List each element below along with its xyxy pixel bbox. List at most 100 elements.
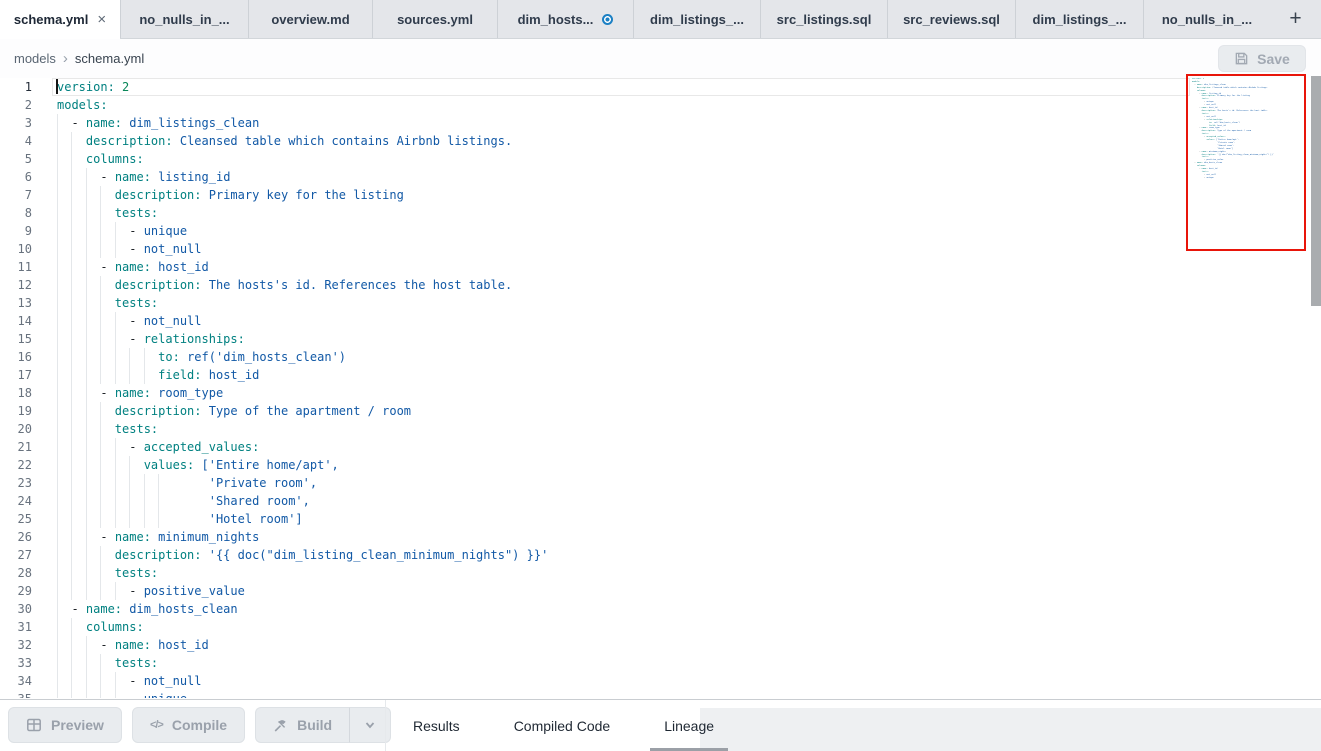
results-panel-empty-area	[700, 708, 1321, 751]
code-editor[interactable]: 1version: 22models:3 - name: dim_listing…	[0, 78, 1321, 698]
file-tab-no-nulls-in[interactable]: no_nulls_in_...	[120, 0, 248, 38]
file-tab-src-reviews-sql[interactable]: src_reviews.sql	[887, 0, 1015, 38]
code-line[interactable]: 3 - name: dim_listings_clean	[0, 114, 1321, 132]
file-tab-overview-md[interactable]: overview.md	[248, 0, 372, 38]
code-line-content: columns:	[57, 150, 1190, 168]
panel-tab-results[interactable]: Results	[386, 700, 487, 751]
line-number: 18	[0, 384, 32, 402]
code-icon: </>	[150, 719, 163, 731]
code-line-content: - not_null	[57, 240, 1190, 258]
code-line-content: description: Type of the apartment / roo…	[57, 402, 1190, 420]
code-line[interactable]: 22 values: ['Entire home/apt',	[0, 456, 1321, 474]
code-line-content: description: '{{ doc("dim_listing_clean_…	[57, 546, 1190, 564]
code-line[interactable]: 35 - unique	[0, 690, 1321, 698]
save-button-label: Save	[1257, 51, 1290, 67]
code-line-content: - unique	[57, 222, 1190, 240]
breadcrumb-item-models[interactable]: models	[14, 51, 56, 66]
save-button[interactable]: Save	[1218, 45, 1306, 72]
code-line[interactable]: 18 - name: room_type	[0, 384, 1321, 402]
preview-button[interactable]: Preview	[8, 707, 122, 743]
code-line-content: - name: listing_id	[57, 168, 1190, 186]
line-number: 20	[0, 420, 32, 438]
file-tab-dim-listings[interactable]: dim_listings_...	[1015, 0, 1143, 38]
code-line[interactable]: 5 columns:	[0, 150, 1321, 168]
file-tab-schema-yml[interactable]: schema.yml×	[0, 0, 120, 39]
code-line-content: tests:	[57, 654, 1190, 672]
code-line-content: 'Shared room',	[57, 492, 1190, 510]
line-number: 15	[0, 330, 32, 348]
results-panel-header: Preview </>Compile Build ResultsCompiled C…	[0, 699, 1321, 751]
code-line[interactable]: 21 - accepted_values:	[0, 438, 1321, 456]
code-line-content: tests:	[57, 564, 1190, 582]
editor-minimap[interactable]: version: 2models: - name: dim_listings_c…	[1192, 78, 1304, 288]
breadcrumb-item-schema-yml[interactable]: schema.yml	[75, 51, 144, 66]
code-line[interactable]: 27 description: '{{ doc("dim_listing_cle…	[0, 546, 1321, 564]
code-line[interactable]: 6 - name: listing_id	[0, 168, 1321, 186]
code-line[interactable]: 8 tests:	[0, 204, 1321, 222]
panel-tab-lineage[interactable]: Lineage	[637, 700, 741, 751]
code-line[interactable]: 17 field: host_id	[0, 366, 1321, 384]
file-tab-dim-listings[interactable]: dim_listings_...	[633, 0, 760, 38]
code-line[interactable]: 34 - not_null	[0, 672, 1321, 690]
file-tab-label: dim_listings_...	[650, 12, 744, 27]
panel-tab-compiled-code[interactable]: Compiled Code	[487, 700, 638, 751]
code-line[interactable]: 4 description: Cleansed table which cont…	[0, 132, 1321, 150]
line-number: 17	[0, 366, 32, 384]
build-button[interactable]: Build	[255, 707, 349, 743]
hammer-icon	[273, 718, 288, 733]
line-number: 7	[0, 186, 32, 204]
line-number: 27	[0, 546, 32, 564]
code-line[interactable]: 20 tests:	[0, 420, 1321, 438]
code-line[interactable]: 14 - not_null	[0, 312, 1321, 330]
results-panel-tabs: ResultsCompiled CodeLineage	[386, 700, 741, 751]
code-line[interactable]: 2models:	[0, 96, 1321, 114]
code-line-content: - accepted_values:	[57, 438, 1190, 456]
compile-button[interactable]: </>Compile	[132, 707, 245, 743]
close-icon[interactable]: ×	[97, 12, 106, 27]
code-line[interactable]: 7 description: Primary key for the listi…	[0, 186, 1321, 204]
line-number: 5	[0, 150, 32, 168]
code-line[interactable]: 16 to: ref('dim_hosts_clean')	[0, 348, 1321, 366]
code-line[interactable]: 26 - name: minimum_nights	[0, 528, 1321, 546]
file-tab-label: dim_hosts...	[518, 12, 594, 27]
code-line[interactable]: 30 - name: dim_hosts_clean	[0, 600, 1321, 618]
file-tab-sources-yml[interactable]: sources.yml	[372, 0, 497, 38]
code-line[interactable]: 9 - unique	[0, 222, 1321, 240]
line-number: 31	[0, 618, 32, 636]
file-tab-src-listings-sql[interactable]: src_listings.sql	[760, 0, 887, 38]
code-line-content: columns:	[57, 618, 1190, 636]
line-number: 28	[0, 564, 32, 582]
editor-scrollbar-thumb[interactable]	[1311, 76, 1321, 306]
chevron-right-icon: ›	[63, 50, 68, 67]
file-tab-dim-hosts[interactable]: dim_hosts...	[497, 0, 633, 38]
code-line[interactable]: 13 tests:	[0, 294, 1321, 312]
code-line-content: - name: dim_listings_clean	[57, 114, 1190, 132]
code-line[interactable]: 25 'Hotel room']	[0, 510, 1321, 528]
code-line[interactable]: 19 description: Type of the apartment / …	[0, 402, 1321, 420]
code-line[interactable]: 31 columns:	[0, 618, 1321, 636]
line-number: 12	[0, 276, 32, 294]
line-number: 4	[0, 132, 32, 150]
breadcrumb: models › schema.yml	[14, 39, 144, 78]
minimap-line: - unique	[1192, 177, 1304, 180]
code-line-content: models:	[57, 96, 1190, 114]
code-line[interactable]: 12 description: The hosts's id. Referenc…	[0, 276, 1321, 294]
preview-button-label: Preview	[51, 717, 104, 733]
code-line[interactable]: 24 'Shared room',	[0, 492, 1321, 510]
code-line[interactable]: 28 tests:	[0, 564, 1321, 582]
line-number: 10	[0, 240, 32, 258]
new-tab-plus-icon[interactable]: +	[1270, 0, 1321, 38]
code-line[interactable]: 32 - name: host_id	[0, 636, 1321, 654]
code-line[interactable]: 10 - not_null	[0, 240, 1321, 258]
code-line[interactable]: 11 - name: host_id	[0, 258, 1321, 276]
file-tab-no-nulls-in[interactable]: no_nulls_in_...	[1143, 0, 1270, 38]
code-line-content: - positive_value	[57, 582, 1190, 600]
code-line[interactable]: 15 - relationships:	[0, 330, 1321, 348]
code-line[interactable]: 23 'Private room',	[0, 474, 1321, 492]
code-line[interactable]: 29 - positive_value	[0, 582, 1321, 600]
code-line[interactable]: 33 tests:	[0, 654, 1321, 672]
action-buttons: Preview </>Compile Build	[8, 707, 391, 743]
code-line-content: description: Cleansed table which contai…	[57, 132, 1190, 150]
line-number: 23	[0, 474, 32, 492]
code-line[interactable]: 1version: 2	[0, 78, 1321, 96]
